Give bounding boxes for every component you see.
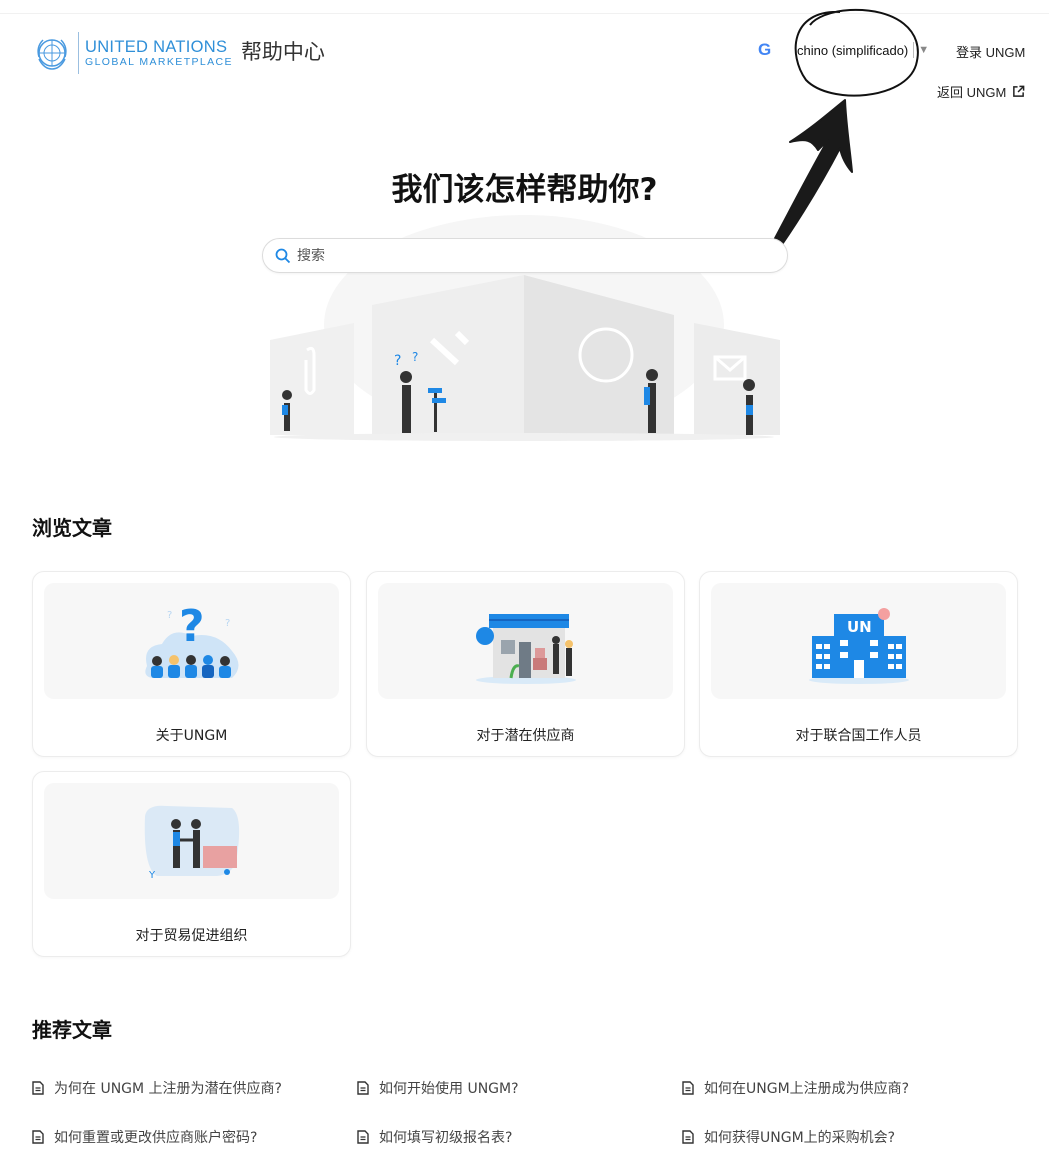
document-icon <box>32 1081 44 1095</box>
external-link-icon <box>1013 85 1025 97</box>
article-title: 如何填写初级报名表? <box>379 1130 513 1146</box>
browse-section-title: 浏览文章 <box>32 516 112 540</box>
svg-text:?: ? <box>225 618 230 629</box>
article-title: 如何在UNGM上注册成为供应商? <box>704 1081 910 1097</box>
search-icon <box>275 248 291 263</box>
card-image: ? ? ? <box>44 583 339 699</box>
article-link[interactable]: 为何在 UNGM 上注册为潜在供应商? <box>32 1078 282 1098</box>
document-icon <box>32 1130 44 1144</box>
language-separator <box>913 42 915 58</box>
card-label: 对于潜在供应商 <box>476 728 575 744</box>
article-title: 如何开始使用 UNGM? <box>379 1081 519 1097</box>
question-people-illustration: ? ? ? <box>144 601 238 678</box>
hero-title: 我们该怎样帮助你? <box>391 172 658 208</box>
category-card-trade-promotion[interactable]: Y 对于贸易促进组织 <box>32 771 351 957</box>
svg-text:?: ? <box>394 353 401 369</box>
shop-illustration <box>475 614 576 684</box>
handshake-illustration: Y <box>144 805 239 881</box>
card-image <box>378 583 673 699</box>
un-building-illustration: UN <box>808 608 909 684</box>
category-card-about-ungm[interactable]: ? ? ? 关于UNGM <box>32 571 351 757</box>
category-card-potential-suppliers[interactable]: 对于潜在供应商 <box>366 571 685 757</box>
card-image: UN <box>711 583 1006 699</box>
logo-global-marketplace: GLOBAL MARKETPLACE <box>85 56 233 68</box>
article-link[interactable]: 如何在UNGM上注册成为供应商? <box>682 1078 909 1098</box>
svg-text:Y: Y <box>148 870 156 881</box>
login-link[interactable]: 登录 UNGM <box>956 42 1025 61</box>
search-bar[interactable] <box>262 238 788 273</box>
google-translate-icon: G <box>758 40 772 59</box>
card-label: 关于UNGM <box>155 728 228 744</box>
search-input[interactable] <box>297 247 757 264</box>
logo-separator <box>78 32 79 74</box>
un-emblem-icon <box>37 39 67 70</box>
card-label: 对于贸易促进组织 <box>135 928 248 944</box>
chevron-down-icon[interactable]: ▼ <box>918 44 929 56</box>
ungm-logo[interactable]: UNITED NATIONS GLOBAL MARKETPLACE 帮助中心 <box>32 32 325 74</box>
language-selector[interactable]: G chino (simplificado) ▼ <box>758 40 929 60</box>
back-to-ungm-link[interactable]: 返回 UNGM <box>937 82 1025 101</box>
document-icon <box>357 1081 369 1095</box>
recommended-section-title: 推荐文章 <box>32 1018 112 1042</box>
back-to-ungm-label: 返回 UNGM <box>937 85 1007 100</box>
article-link[interactable]: 如何获得UNGM上的采购机会? <box>682 1127 895 1147</box>
article-link[interactable]: 如何重置或更改供应商账户密码? <box>32 1127 257 1147</box>
top-divider <box>0 0 1049 14</box>
document-icon <box>682 1081 694 1095</box>
article-title: 如何重置或更改供应商账户密码? <box>54 1130 258 1146</box>
article-link[interactable]: 如何开始使用 UNGM? <box>357 1078 519 1098</box>
document-icon <box>682 1130 694 1144</box>
svg-text:?: ? <box>412 350 418 364</box>
article-link[interactable]: 如何填写初级报名表? <box>357 1127 512 1147</box>
card-image: Y <box>44 783 339 899</box>
svg-text:UN: UN <box>847 618 872 636</box>
logo-united-nations: UNITED NATIONS <box>85 37 228 56</box>
card-label: 对于联合国工作人员 <box>795 728 922 744</box>
article-title: 如何获得UNGM上的采购机会? <box>704 1130 896 1146</box>
help-center-title: 帮助中心 <box>240 40 325 64</box>
svg-text:?: ? <box>167 610 172 621</box>
document-icon <box>357 1130 369 1144</box>
language-selected[interactable]: chino (simplificado) <box>797 43 908 58</box>
category-card-un-staff[interactable]: UN 对于联合国工作人员 <box>699 571 1018 757</box>
article-title: 为何在 UNGM 上注册为潜在供应商? <box>54 1081 282 1097</box>
svg-text:?: ? <box>179 601 205 652</box>
